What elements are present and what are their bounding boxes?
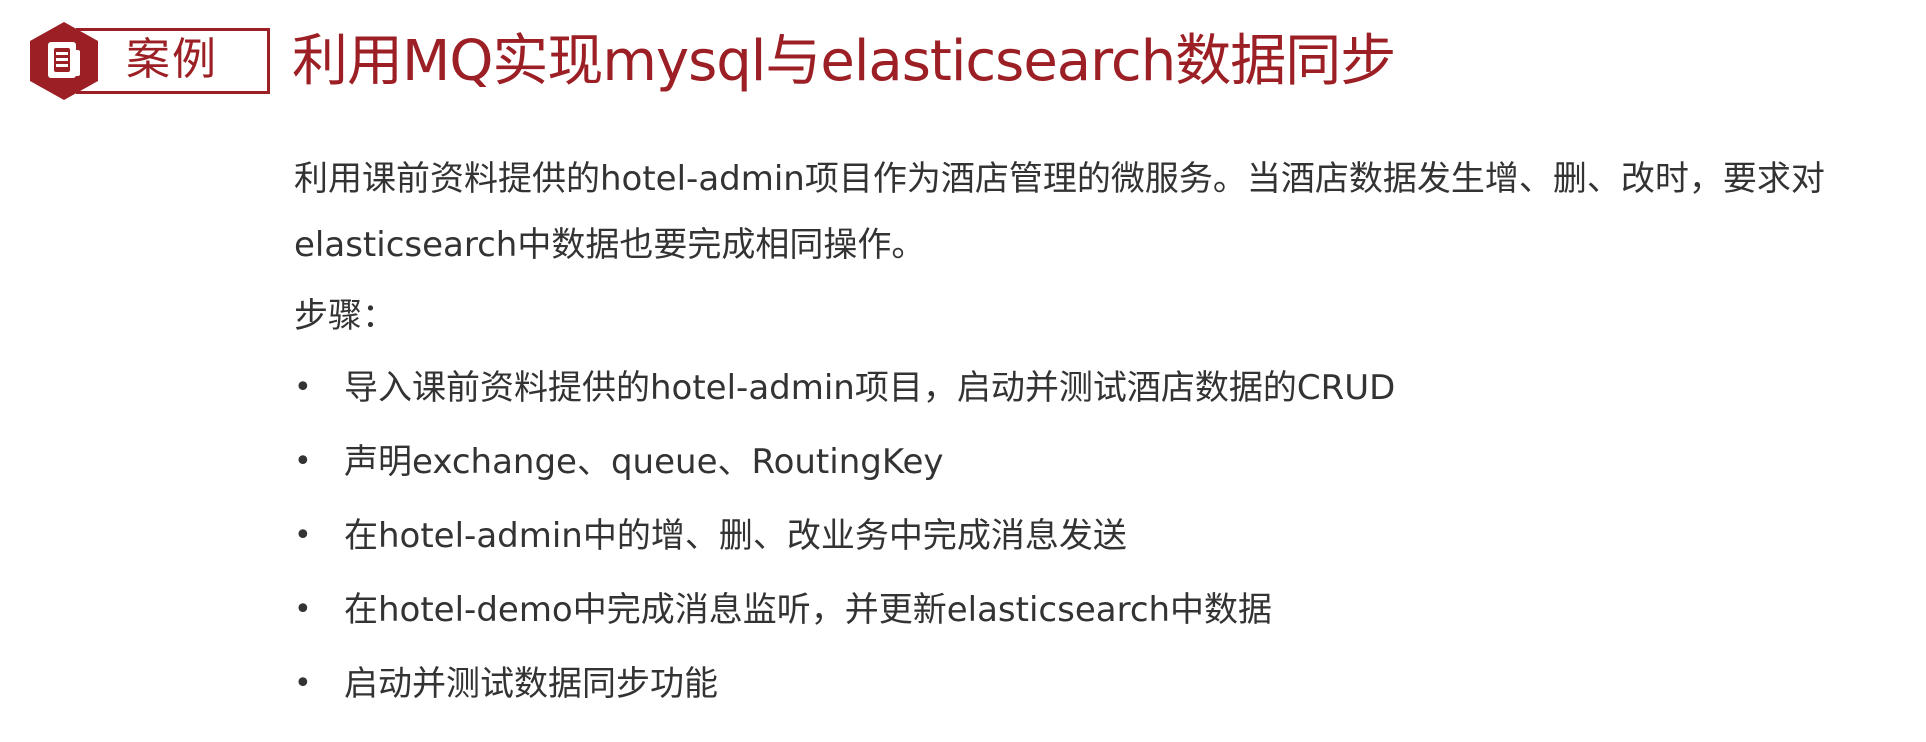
case-badge: 案例 [28, 20, 270, 102]
document-icon [30, 22, 98, 100]
case-badge-label: 案例 [126, 34, 218, 85]
step-text: 导入课前资料提供的hotel-admin项目，启动并测试酒店数据的CRUD [344, 368, 1396, 408]
step-text: 声明exchange、queue、RoutingKey [344, 442, 944, 482]
step-text: 启动并测试数据同步功能 [344, 664, 718, 704]
step-text: 在hotel-demo中完成消息监听，并更新elasticsearch中数据 [344, 590, 1273, 630]
bullet-icon: • [294, 518, 312, 553]
bullet-icon: • [294, 592, 312, 627]
step-text: 在hotel-admin中的增、删、改业务中完成消息发送 [344, 516, 1127, 556]
bullet-icon: • [294, 666, 312, 701]
steps-heading: 步骤： [294, 296, 396, 336]
bullet-icon: • [294, 370, 312, 405]
intro-paragraph: 利用课前资料提供的hotel-admin项目作为酒店管理的微服务。当酒店数据发生… [294, 159, 1825, 265]
page-title: 利用MQ实现mysql与elasticsearch数据同步 [292, 29, 1396, 94]
bullet-icon: • [294, 444, 312, 479]
